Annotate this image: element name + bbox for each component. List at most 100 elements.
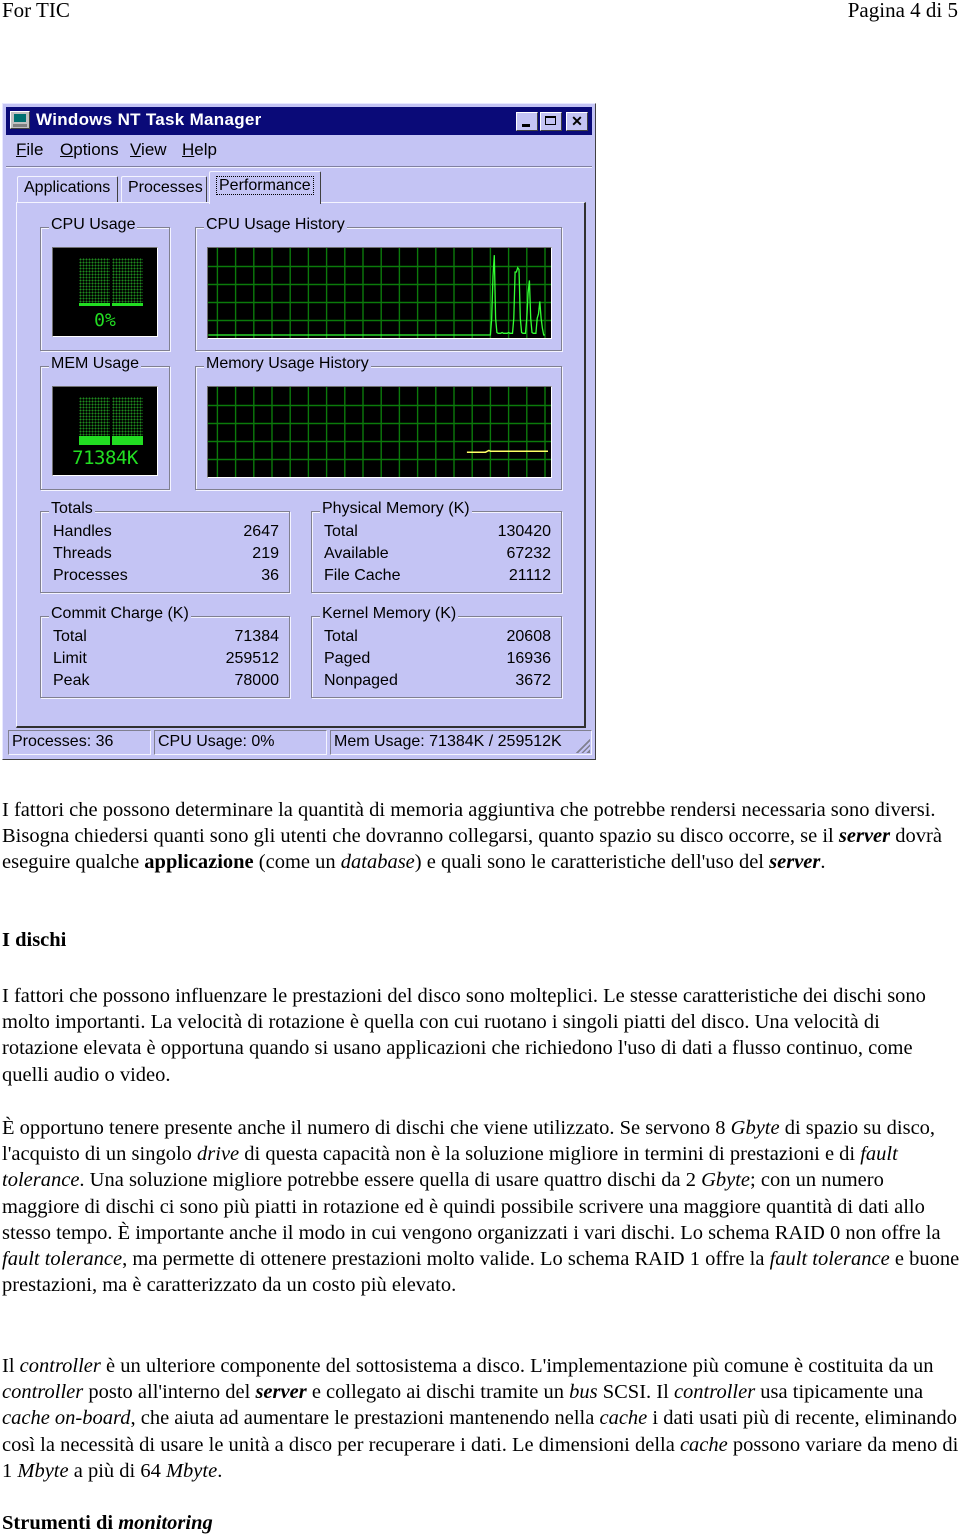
- menu-view[interactable]: View: [130, 140, 167, 160]
- text-run: È opportuno tenere presente anche il num…: [2, 1117, 731, 1139]
- page-header-left: For TIC: [2, 0, 70, 22]
- cpu-history-group: CPU Usage History: [195, 216, 562, 351]
- emphasis-text: applicazione: [144, 851, 254, 874]
- text-run: Strumenti di: [2, 1512, 119, 1534]
- physical-memory-group: Physical Memory (K) Total 130420 Availabl…: [311, 500, 562, 593]
- text-run: I fattori che possono determinare la qua…: [2, 799, 936, 848]
- text-run: posto all'interno del: [83, 1381, 256, 1404]
- totals-group: Totals Handles 2647 Threads 219 Processes 3…: [40, 500, 290, 593]
- emphasis-text: Mbyte: [165, 1459, 218, 1482]
- text-run: e collegato ai dischi tramite un: [306, 1381, 570, 1404]
- emphasis-text: Gbyte: [701, 1169, 751, 1192]
- emphasis-text: drive: [197, 1143, 240, 1166]
- mem-history-line: [466, 449, 548, 453]
- commit-charge-group: Commit Charge (K) Total 71384 Limit 259512…: [40, 605, 290, 698]
- cpu-gauge-fill: [79, 303, 143, 306]
- emphasis-text: database: [340, 851, 415, 874]
- maximize-button[interactable]: [540, 112, 562, 131]
- cpu-usage-group: CPU Usage 0%: [40, 216, 170, 351]
- cpu-history-graph: [207, 247, 552, 339]
- resize-grip-icon[interactable]: [576, 739, 590, 753]
- stat-row-phys-total: Total 130420: [324, 523, 551, 540]
- emphasis-text: monitoring: [118, 1512, 213, 1534]
- text-run: .: [820, 851, 826, 874]
- mem-history-chart: [208, 387, 551, 477]
- menu-help[interactable]: Help: [182, 140, 217, 160]
- text-run: .: [217, 1459, 223, 1482]
- page-header-right: Pagina 4 di 5: [847, 0, 958, 22]
- paragraph-disk-count: È opportuno tenere presente anche il num…: [2, 1115, 960, 1298]
- emphasis-text: fault tolerance: [769, 1248, 890, 1271]
- text-run: Il: [2, 1355, 20, 1377]
- paragraph-memory-factors: I fattori che possono determinare la qua…: [2, 797, 960, 876]
- stat-row-commit-total: Total 71384: [53, 628, 279, 645]
- emphasis-text: controller: [673, 1381, 756, 1404]
- commit-charge-label: Commit Charge (K): [49, 605, 191, 623]
- mem-history-group: Memory Usage History: [195, 355, 562, 490]
- emphasis-text: server: [255, 1381, 307, 1404]
- menu-options[interactable]: Options: [60, 140, 119, 160]
- emphasis-text: cache on-board: [2, 1407, 131, 1430]
- emphasis-text: server: [769, 851, 821, 874]
- stat-row-commit-peak: Peak 78000: [53, 672, 279, 689]
- stat-row-handles: Handles 2647: [53, 523, 279, 540]
- close-button[interactable]: ✕: [566, 112, 588, 131]
- title-bar[interactable]: Windows NT Task Manager ✕: [6, 107, 592, 135]
- mem-usage-group: MEM Usage 71384K: [40, 355, 170, 490]
- mem-gauge-fill: [79, 436, 143, 445]
- tab-processes[interactable]: Processes: [121, 176, 207, 202]
- menu-bar: File Options View Help: [6, 137, 592, 163]
- emphasis-text: server: [838, 825, 891, 848]
- emphasis-text: cache: [679, 1433, 728, 1456]
- paragraph-controller: Il controller è un ulteriore componente …: [2, 1353, 960, 1484]
- tab-applications[interactable]: Applications: [17, 176, 118, 202]
- mem-history-label: Memory Usage History: [204, 355, 371, 373]
- cpu-gauge-empty-bars: [79, 258, 143, 304]
- stat-row-kernel-total: Total 20608: [324, 628, 551, 645]
- stat-row-kernel-paged: Paged 16936: [324, 650, 551, 667]
- mem-usage-gauge: 71384K: [52, 386, 158, 476]
- minimize-button[interactable]: [516, 112, 538, 131]
- mem-usage-value: 71384K: [72, 447, 138, 469]
- menu-separator: [6, 166, 592, 168]
- stat-row-threads: Threads 219: [53, 545, 279, 562]
- performance-panel: CPU Usage 0% CPU Usage History MEM Usage…: [16, 202, 586, 728]
- text-run: usa tipicamente una: [755, 1381, 924, 1404]
- text-run: SCSI. Il: [597, 1381, 674, 1404]
- physical-memory-label: Physical Memory (K): [320, 500, 472, 518]
- window-title: Windows NT Task Manager: [36, 110, 262, 129]
- kernel-memory-label: Kernel Memory (K): [320, 605, 459, 623]
- heading-strumenti-monitoring: Strumenti di monitoring: [2, 1512, 213, 1535]
- cpu-usage-gauge: 0%: [52, 247, 158, 337]
- text-run: ) e quali sono le caratteristiche dell'u…: [414, 851, 770, 874]
- emphasis-text: cache: [599, 1407, 648, 1430]
- stat-row-kernel-nonpaged: Nonpaged 3672: [324, 672, 551, 689]
- emphasis-text: Gbyte: [730, 1117, 780, 1139]
- status-bar: Processes: 36 CPU Usage: 0% Mem Usage: 7…: [6, 730, 592, 756]
- stat-row-commit-limit: Limit 259512: [53, 650, 279, 667]
- heading-i-dischi: I dischi: [2, 929, 67, 951]
- mem-history-graph: [207, 386, 552, 478]
- emphasis-text: bus: [569, 1381, 598, 1404]
- text-run: è un ulteriore componente del sottosiste…: [100, 1355, 934, 1377]
- text-run: a più di 64: [68, 1459, 166, 1482]
- text-run: , ma permette di ottenere prestazioni mo…: [122, 1248, 770, 1271]
- cpu-usage-label: CPU Usage: [49, 216, 138, 234]
- emphasis-text: controller: [19, 1355, 101, 1377]
- mem-usage-label: MEM Usage: [49, 355, 142, 373]
- stat-row-processes: Processes 36: [53, 567, 279, 584]
- task-manager-app-icon: [10, 111, 30, 129]
- text-run: (come un: [253, 851, 341, 874]
- emphasis-text: Mbyte: [17, 1459, 69, 1482]
- totals-label: Totals: [49, 500, 95, 518]
- emphasis-text: controller: [2, 1381, 84, 1404]
- stat-row-phys-file-cache: File Cache 21112: [324, 567, 551, 584]
- tab-performance-label: Performance: [216, 176, 314, 195]
- paragraph-disk-factors: I fattori che possono influenzare le pre…: [2, 983, 960, 1088]
- cpu-usage-value: 0%: [94, 310, 116, 331]
- kernel-memory-group: Kernel Memory (K) Total 20608 Paged 16936 …: [311, 605, 562, 698]
- menu-file[interactable]: File: [16, 140, 43, 160]
- tab-performance[interactable]: Performance: [209, 171, 321, 204]
- text-run: di questa capacità non è la soluzione mi…: [239, 1143, 861, 1166]
- status-mem-usage: Mem Usage: 71384K / 259512K: [330, 730, 592, 755]
